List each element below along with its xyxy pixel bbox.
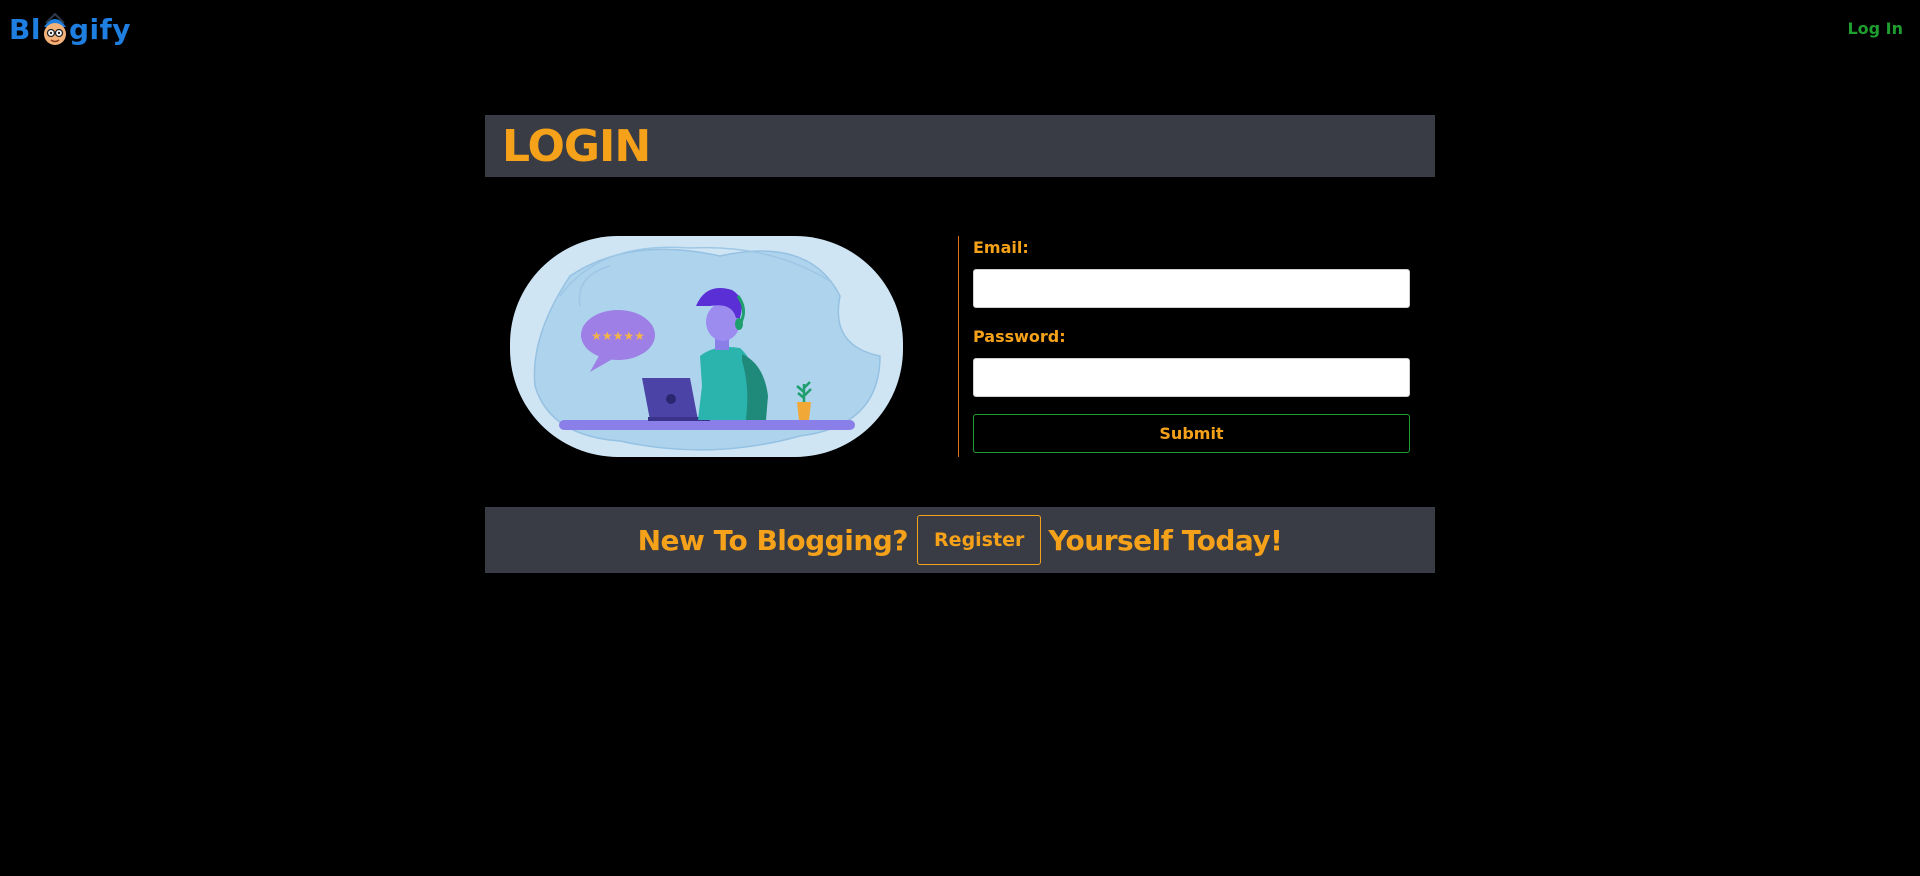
page-title: LOGIN — [502, 121, 651, 172]
password-label: Password: — [973, 327, 1066, 346]
mascot-logo-icon — [43, 13, 66, 45]
login-link[interactable]: Log In — [1847, 19, 1903, 38]
brand-prefix: Bl — [9, 13, 41, 46]
customer-support-illustration: ★★★★★ — [510, 236, 903, 457]
vertical-divider — [958, 236, 959, 457]
brand-suffix: gify — [68, 13, 132, 46]
register-prompt-suffix: Yourself Today! — [1048, 523, 1283, 557]
submit-button[interactable]: Submit — [973, 414, 1410, 453]
password-field[interactable] — [973, 358, 1410, 397]
register-banner: New To Blogging? Register Yourself Today… — [485, 507, 1435, 573]
page-title-bar: LOGIN — [485, 115, 1435, 177]
navbar: Bl gify Log In — [0, 0, 1920, 60]
register-prompt-prefix: New To Blogging? — [637, 523, 909, 557]
rating-stars: ★★★★★ — [591, 329, 645, 343]
register-button[interactable]: Register — [917, 515, 1042, 565]
email-label: Email: — [973, 238, 1029, 257]
email-field[interactable] — [973, 269, 1410, 308]
brand-logo[interactable]: Bl gify — [9, 12, 131, 48]
